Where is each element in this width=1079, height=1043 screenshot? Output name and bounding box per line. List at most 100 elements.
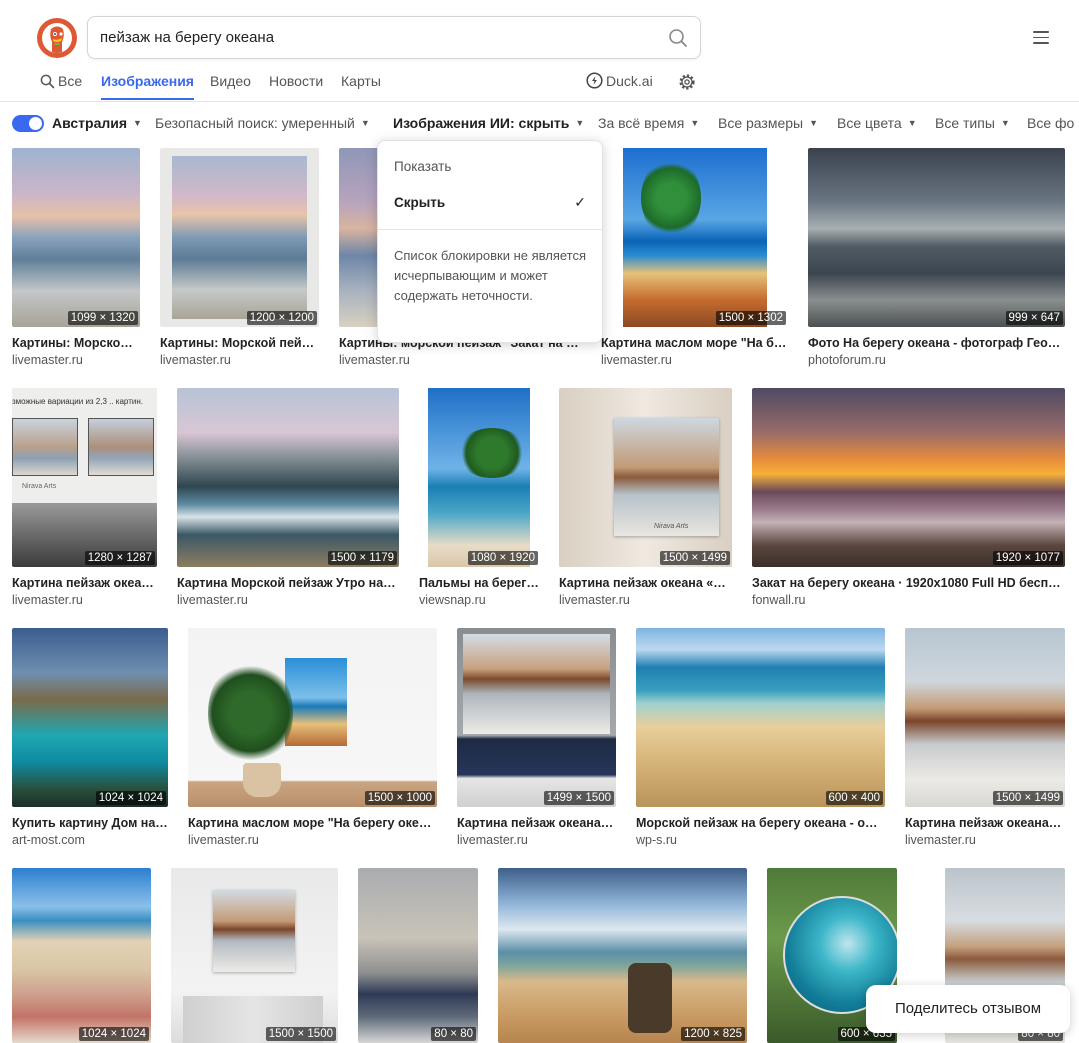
painting-canvas: [614, 418, 719, 536]
image-thumbnail[interactable]: 1500 × 1000: [188, 628, 437, 807]
caret-down-icon: ▼: [575, 118, 585, 128]
image-thumbnail[interactable]: 1200 × 1200: [160, 148, 319, 327]
checkmark-icon: ✓: [574, 194, 586, 210]
tab-images-label: Изображения: [101, 73, 194, 89]
time-filter[interactable]: За всё время ▼: [598, 115, 699, 131]
filter-bar: Австралия ▼ Безопасный поиск: умеренный ▼ …: [0, 104, 1079, 142]
image-caption[interactable]: Картины: Морской…: [12, 336, 140, 350]
caret-down-icon: ▼: [360, 118, 370, 128]
tab-video[interactable]: Видео: [210, 72, 251, 100]
image-caption[interactable]: Картина Морской пейзаж Утро на…: [177, 576, 399, 590]
image-thumbnail[interactable]: 1500 × 1499: [905, 628, 1065, 807]
image-source[interactable]: livemaster.ru: [177, 593, 248, 607]
image-caption[interactable]: Картины: Морской пейз…: [160, 336, 319, 350]
image-thumbnail[interactable]: 1200 × 825: [498, 868, 747, 1043]
image-caption[interactable]: Картина маслом море "На берегу оке…: [188, 816, 437, 830]
image-source[interactable]: livemaster.ru: [12, 353, 83, 367]
image-caption[interactable]: Морской пейзаж на берегу океана - о…: [636, 816, 885, 830]
image-thumbnail[interactable]: Nirava Arts 1500 × 1499: [559, 388, 732, 567]
tab-all[interactable]: Все: [40, 72, 82, 100]
image-source[interactable]: livemaster.ru: [339, 353, 410, 367]
brand-text: Nirava Arts: [22, 483, 57, 490]
image-thumbnail[interactable]: 1920 × 1077: [752, 388, 1065, 567]
layout-filter[interactable]: Все фо: [1027, 115, 1074, 131]
size-filter-label: Все размеры: [718, 115, 804, 131]
dropdown-option-show[interactable]: Показать: [394, 159, 451, 174]
layout-filter-label: Все фо: [1027, 115, 1075, 131]
search-input[interactable]: [100, 17, 660, 58]
dropdown-option-hide[interactable]: Скрыть: [394, 195, 445, 210]
image-dimensions: 1500 × 1500: [265, 1027, 336, 1041]
image-source[interactable]: livemaster.ru: [12, 593, 83, 607]
duckduckgo-logo[interactable]: [37, 18, 77, 58]
image-thumbnail[interactable]: 1500 × 1302: [601, 148, 788, 327]
image-source[interactable]: fonwall.ru: [752, 593, 806, 607]
image-dimensions: 1280 × 1287: [84, 551, 155, 565]
image-thumbnail[interactable]: 1024 × 1024: [12, 868, 151, 1043]
feedback-button[interactable]: Поделитесь отзывом: [866, 985, 1070, 1033]
image-caption[interactable]: Картина пейзаж океана «…: [559, 576, 732, 590]
color-filter[interactable]: Все цвета ▼: [837, 115, 917, 131]
image-dimensions: 80 × 80: [431, 1027, 476, 1041]
image-dimensions: 1200 × 1200: [246, 311, 317, 325]
image-thumbnail[interactable]: зможные вариации из 2,3 .. картин. Nirav…: [12, 388, 157, 567]
image-thumbnail[interactable]: 600 × 400: [636, 628, 885, 807]
image-source[interactable]: art-most.com: [12, 833, 85, 847]
image-source[interactable]: livemaster.ru: [559, 593, 630, 607]
header-divider: [0, 101, 1079, 102]
image-dimensions: 1500 × 1179: [327, 551, 397, 565]
image-caption[interactable]: Пальмы на берег…: [419, 576, 540, 590]
image-source[interactable]: photoforum.ru: [808, 353, 886, 367]
tab-news[interactable]: Новости: [269, 72, 323, 100]
image-source[interactable]: livemaster.ru: [905, 833, 976, 847]
image-thumbnail[interactable]: 1024 × 1024: [12, 628, 168, 807]
image-thumbnail[interactable]: 1500 × 1179: [177, 388, 399, 567]
image-caption[interactable]: Картина пейзаж океана…: [457, 816, 616, 830]
tab-video-label: Видео: [210, 73, 251, 89]
image-thumbnail[interactable]: 1080 × 1920: [419, 388, 540, 567]
caret-down-icon: ▼: [690, 118, 700, 128]
image-caption[interactable]: Картина маслом море "На б…: [601, 336, 788, 350]
image-thumbnail[interactable]: 1499 × 1500: [457, 628, 616, 807]
image-caption[interactable]: Фото На берегу океана - фотограф Гео…: [808, 336, 1065, 350]
region-toggle[interactable]: [12, 115, 44, 132]
color-filter-label: Все цвета: [837, 115, 902, 131]
search-icon: [40, 74, 55, 89]
image-dimensions: 1500 × 1499: [659, 551, 730, 565]
type-filter[interactable]: Все типы ▼: [935, 115, 1010, 131]
blocklist-note: Список блокировки не является исчерпываю…: [394, 248, 587, 303]
image-caption[interactable]: Картина пейзаж океа…: [12, 576, 157, 590]
image-thumbnail[interactable]: 80 × 80: [358, 868, 478, 1043]
duckai-link[interactable]: Duck.ai: [586, 72, 653, 89]
image-thumbnail[interactable]: 1500 × 1500: [171, 868, 338, 1043]
image-source[interactable]: livemaster.ru: [457, 833, 528, 847]
image-thumbnail[interactable]: 999 × 647: [808, 148, 1065, 327]
time-filter-label: За всё время: [598, 115, 685, 131]
image-source[interactable]: livemaster.ru: [160, 353, 231, 367]
search-box[interactable]: [87, 16, 701, 59]
gear-icon[interactable]: [678, 73, 696, 91]
search-icon[interactable]: [668, 28, 688, 48]
painting-canvas: [285, 658, 347, 746]
image-caption[interactable]: Картина пейзаж океана…: [905, 816, 1065, 830]
image-dimensions: 1920 × 1077: [992, 551, 1063, 565]
hamburger-menu-icon[interactable]: [1033, 31, 1049, 44]
ai-images-filter[interactable]: Изображения ИИ: скрыть ▼: [393, 115, 584, 131]
image-thumbnail[interactable]: 1099 × 1320: [12, 148, 140, 327]
image-source[interactable]: wp-s.ru: [636, 833, 677, 847]
image-source[interactable]: livemaster.ru: [601, 353, 672, 367]
tab-maps[interactable]: Карты: [341, 72, 381, 100]
image-source[interactable]: livemaster.ru: [188, 833, 259, 847]
ai-images-label: Изображения ИИ: скрыть: [393, 115, 570, 131]
caret-down-icon: ▼: [809, 118, 819, 128]
painting-canvas: [463, 634, 610, 734]
tab-all-label: Все: [58, 73, 83, 89]
image-caption[interactable]: Закат на берегу океана · 1920x1080 Full …: [752, 576, 1065, 590]
region-filter[interactable]: Австралия ▼: [52, 115, 142, 131]
image-dimensions: 600 × 400: [825, 791, 883, 805]
image-source[interactable]: viewsnap.ru: [419, 593, 486, 607]
safe-search-filter[interactable]: Безопасный поиск: умеренный ▼: [155, 115, 370, 131]
tab-images[interactable]: Изображения: [101, 72, 194, 100]
size-filter[interactable]: Все размеры ▼: [718, 115, 818, 131]
image-caption[interactable]: Купить картину Дом на…: [12, 816, 168, 830]
